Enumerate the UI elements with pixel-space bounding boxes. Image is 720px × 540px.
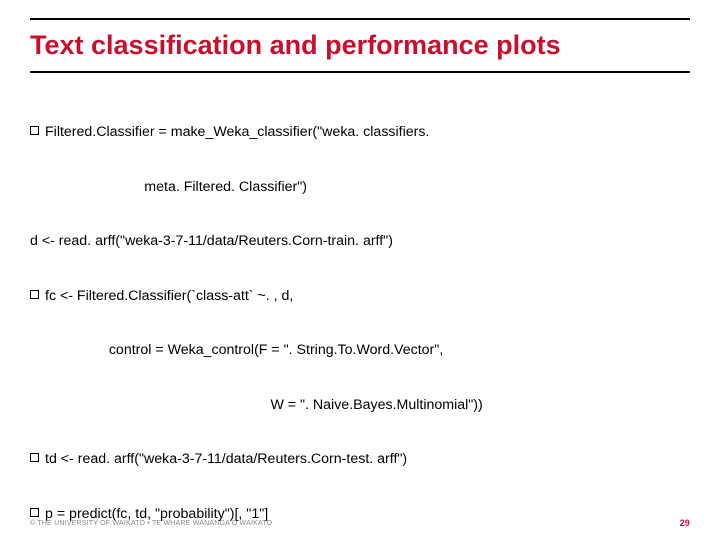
bullet-icon: [30, 126, 39, 135]
bullet-icon: [30, 290, 39, 299]
code-text: control = Weka_control(F = ". String.To.…: [30, 342, 443, 358]
code-text: fc <- Filtered.Classifier(`class-att` ~.…: [45, 288, 293, 304]
top-rule: [30, 18, 690, 20]
code-text: meta. Filtered. Classifier"): [30, 179, 307, 195]
title-rule: [30, 71, 690, 73]
code-text: d <- read. arff("weka-3-7-11/data/Reuter…: [30, 233, 393, 249]
code-line: Filtered.Classifier = make_Weka_classifi…: [30, 123, 690, 141]
code-text: W = ". Naive.Bayes.Multinomial")): [30, 397, 483, 413]
code-line: control = Weka_control(F = ". String.To.…: [30, 341, 690, 359]
bullet-icon: [30, 453, 39, 462]
footer-copyright: © THE UNIVERSITY OF WAIKATO • TE WHARE W…: [30, 520, 272, 527]
code-text: Filtered.Classifier = make_Weka_classifi…: [45, 124, 429, 140]
code-block: Filtered.Classifier = make_Weka_classifi…: [30, 87, 690, 540]
footer: © THE UNIVERSITY OF WAIKATO • TE WHARE W…: [30, 518, 690, 528]
footer-page-number: 29: [680, 518, 690, 528]
code-line: d <- read. arff("weka-3-7-11/data/Reuter…: [30, 232, 690, 250]
code-line: fc <- Filtered.Classifier(`class-att` ~.…: [30, 287, 690, 305]
slide: Text classification and performance plot…: [0, 0, 720, 540]
bullet-icon: [30, 508, 39, 517]
slide-title: Text classification and performance plot…: [30, 30, 690, 61]
code-line: meta. Filtered. Classifier"): [30, 178, 690, 196]
code-line: W = ". Naive.Bayes.Multinomial")): [30, 396, 690, 414]
code-line: td <- read. arff("weka-3-7-11/data/Reute…: [30, 450, 690, 468]
code-text: td <- read. arff("weka-3-7-11/data/Reute…: [45, 451, 407, 467]
